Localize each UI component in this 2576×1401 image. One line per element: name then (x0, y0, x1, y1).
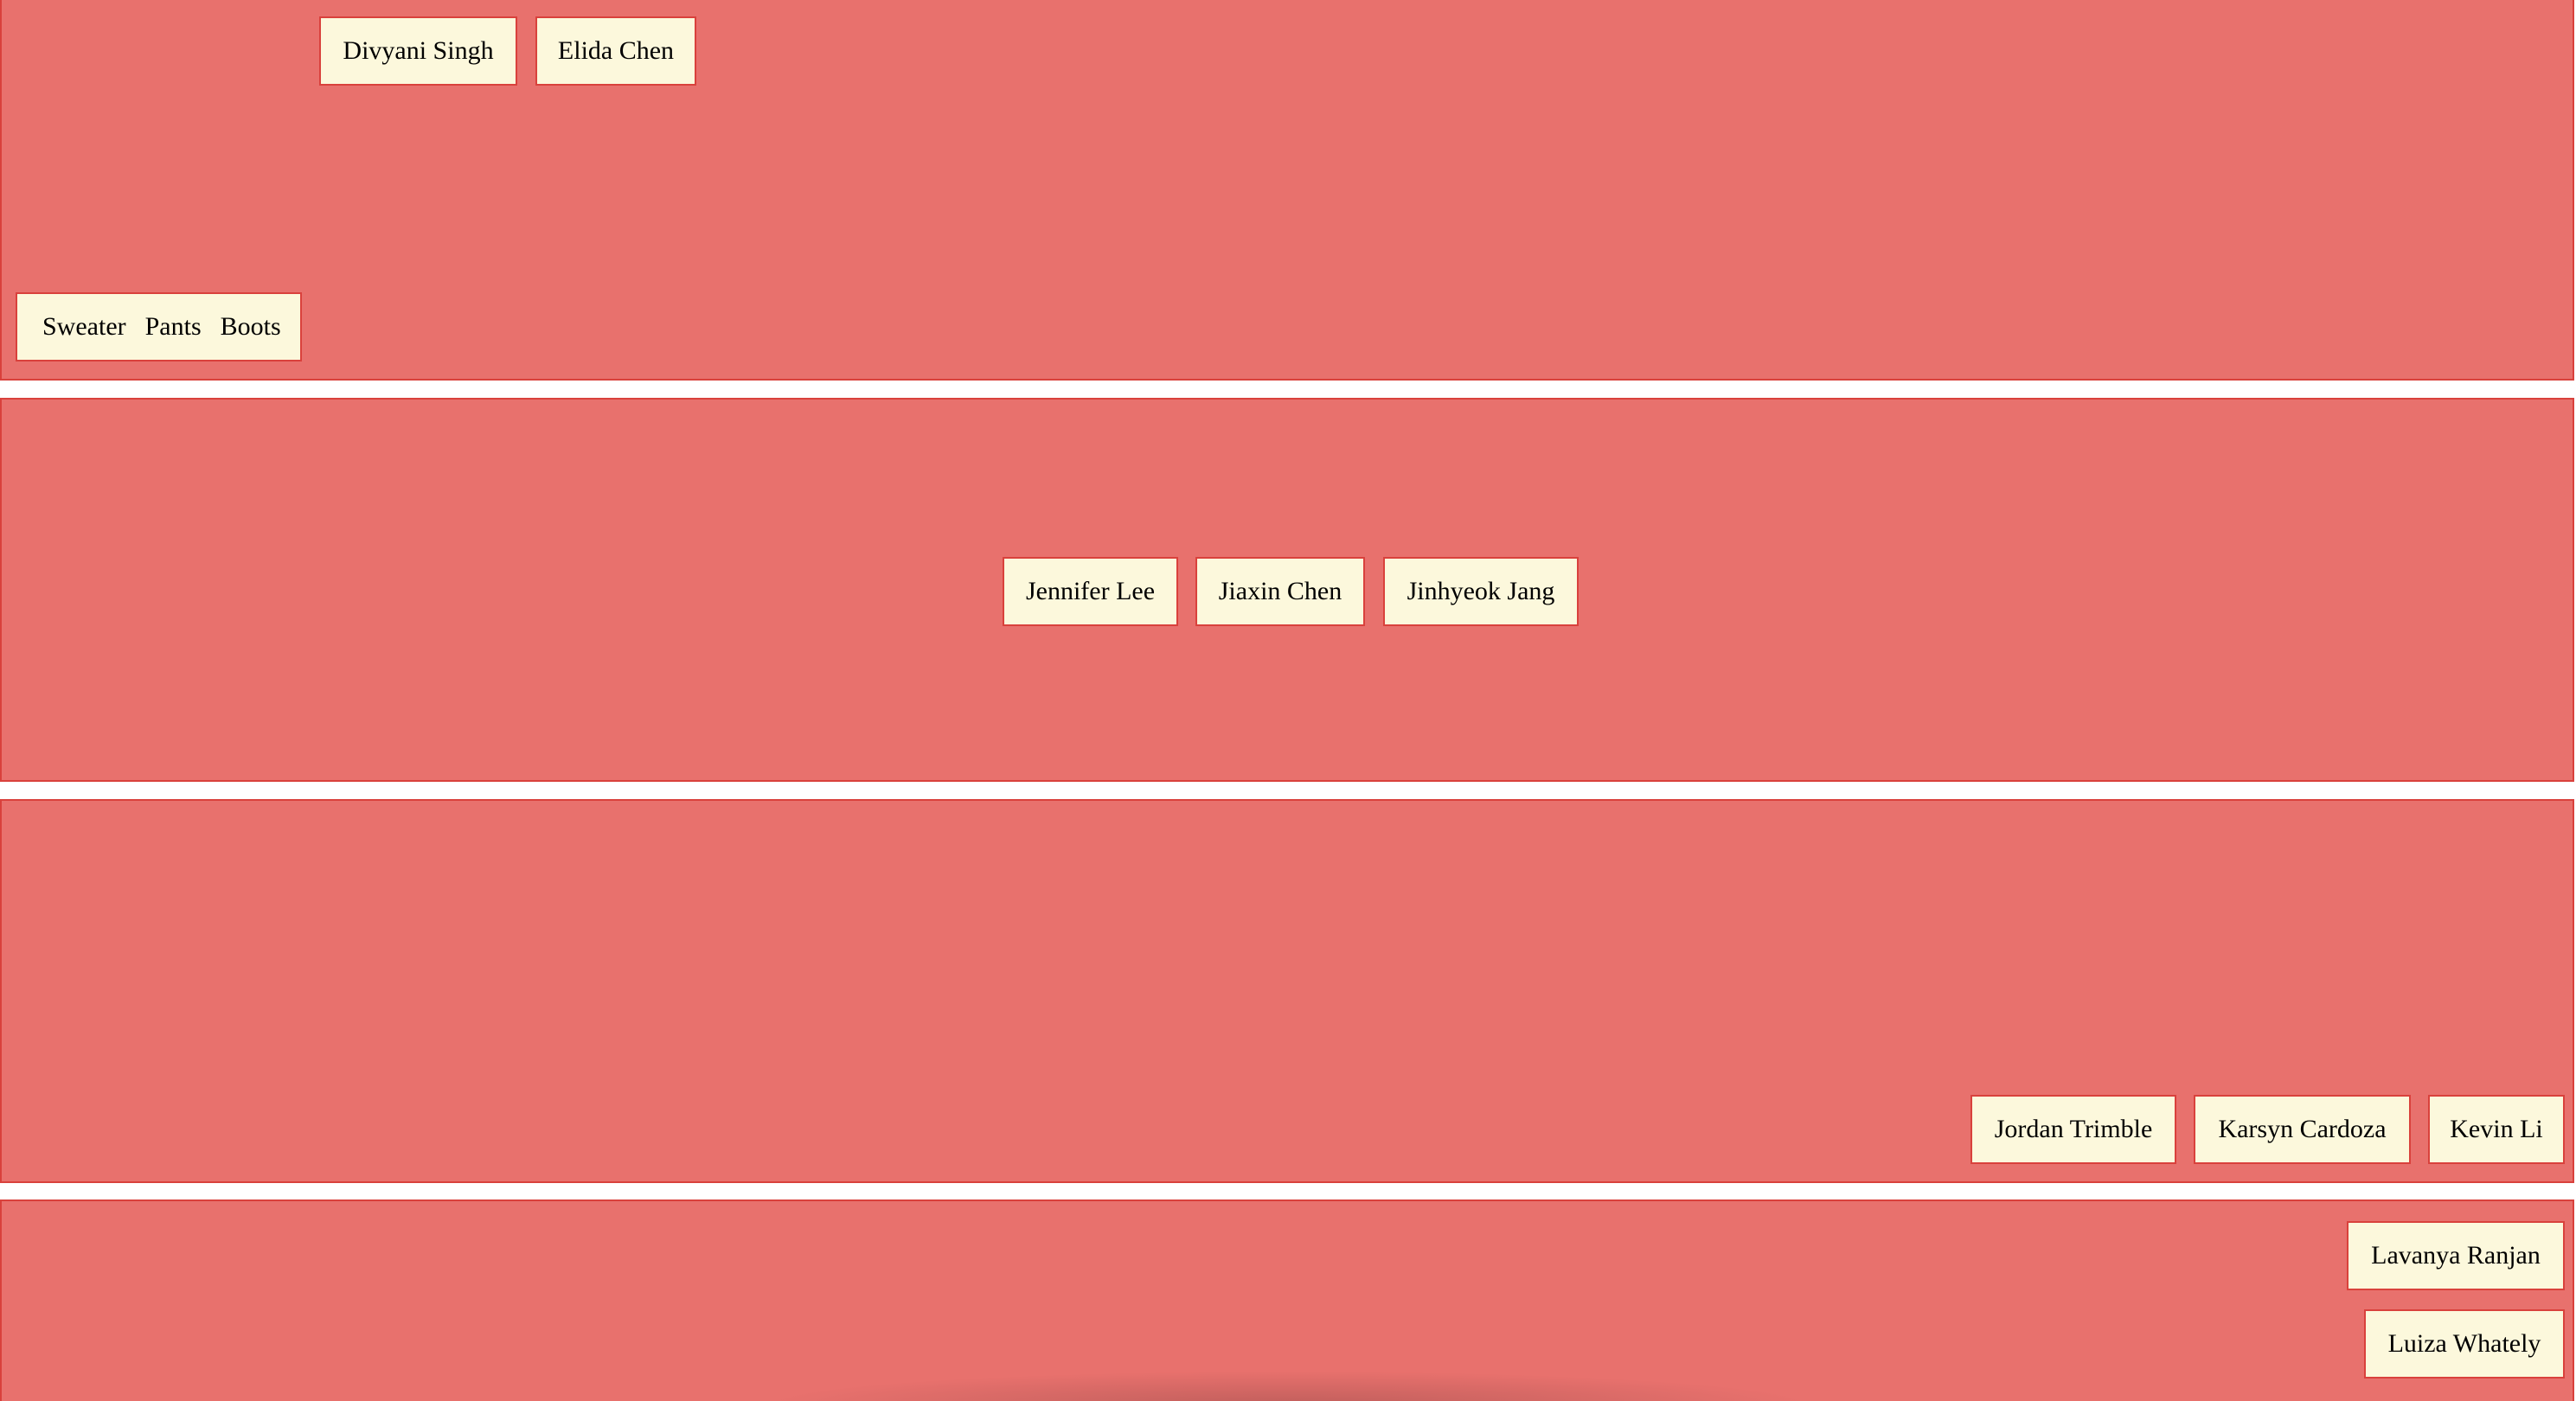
name-item: Jennifer Lee (1003, 557, 1178, 626)
name-item: Kevin Li (2428, 1095, 2565, 1164)
name-item: Divyani Singh (319, 16, 517, 86)
clothing-item: Sweater Pants Boots (16, 292, 302, 361)
flex-container-2: Jennifer Lee Jiaxin Chen Jinhyeok Jang (0, 398, 2574, 782)
name-item: Karsyn Cardoza (2194, 1095, 2411, 1164)
name-item: Luiza Whately (2364, 1309, 2565, 1379)
clothing-label: Boots (220, 312, 281, 341)
clothing-label: Pants (144, 312, 202, 341)
page: Divyani Singh Elida Chen Sweater Pants B… (0, 0, 2576, 1401)
clothing-label: Sweater (42, 312, 126, 341)
flex-container-1: Divyani Singh Elida Chen Sweater Pants B… (0, 0, 2574, 381)
name-item: Jordan Trimble (1970, 1095, 2176, 1164)
name-item: Jiaxin Chen (1195, 557, 1365, 626)
name-item: Lavanya Ranjan (2347, 1221, 2565, 1290)
name-item: Jinhyeok Jang (1383, 557, 1579, 626)
name-item: Elida Chen (535, 16, 696, 86)
flex-container-4: Lavanya Ranjan Luiza Whately (0, 1199, 2574, 1401)
flex-container-3: Jordan Trimble Karsyn Cardoza Kevin Li (0, 799, 2574, 1183)
